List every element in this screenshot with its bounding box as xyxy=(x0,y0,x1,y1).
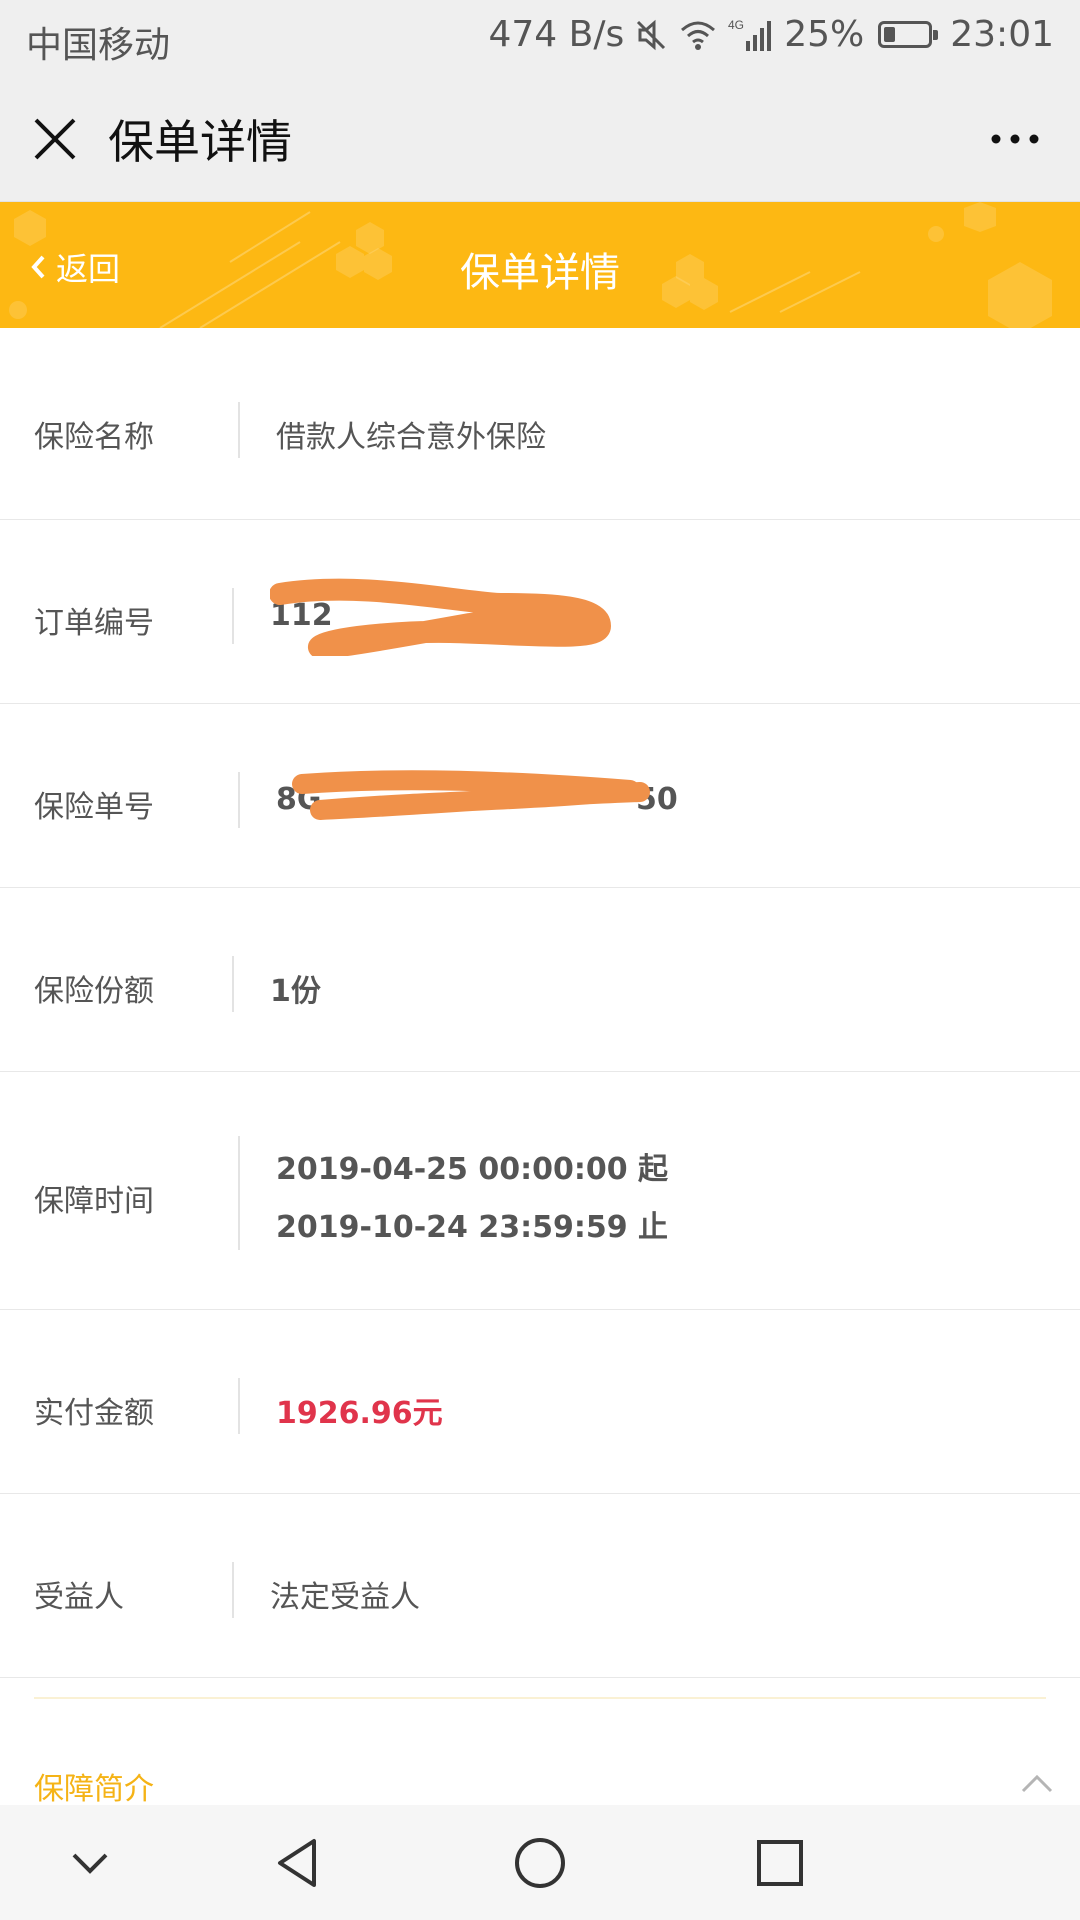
banner: 返回 保单详情 xyxy=(0,202,1080,328)
beneficiary-value: 法定受益人 xyxy=(270,1580,420,1615)
chevron-down-icon[interactable] xyxy=(60,1833,120,1893)
insurance-name-value: 借款人综合意外保险 xyxy=(276,420,546,455)
row-insurance-name: 保险名称 借款人综合意外保险 xyxy=(0,328,1080,520)
wifi-icon xyxy=(681,21,716,50)
row-coverage-period: 保障时间 2019-04-25 00:00:00 起 2019-10-24 23… xyxy=(0,1072,1080,1310)
divider xyxy=(238,1378,240,1434)
order-no-label: 订单编号 xyxy=(34,606,154,641)
insurance-name-label: 保险名称 xyxy=(34,420,154,455)
divider xyxy=(232,956,234,1012)
mute-icon xyxy=(637,19,666,50)
shares-value: 1份 xyxy=(270,974,321,1009)
carrier-name: 中国移动 xyxy=(26,25,171,66)
net-speed: 474 B/s xyxy=(488,14,625,55)
home-circle-icon[interactable] xyxy=(510,1833,570,1893)
close-icon[interactable] xyxy=(30,114,80,164)
signal-icon: 4G xyxy=(728,18,772,51)
beneficiary-label: 受益人 xyxy=(34,1580,124,1615)
section-divider xyxy=(34,1697,1046,1699)
policy-no-label: 保险单号 xyxy=(34,790,154,825)
row-shares: 保险份额 1份 xyxy=(0,888,1080,1072)
coverage-intro-title[interactable]: 保障简介 xyxy=(34,1764,154,1808)
divider xyxy=(232,588,234,644)
row-policy-no: 保险单号 8G 50 xyxy=(0,704,1080,888)
back-triangle-icon[interactable] xyxy=(270,1833,330,1893)
battery-fill xyxy=(884,27,895,42)
recents-square-icon[interactable] xyxy=(750,1833,810,1893)
status-icons: 474 B/s 4G 25% 23:01 xyxy=(488,14,1054,55)
chevron-up-icon[interactable] xyxy=(1020,1772,1054,1794)
row-beneficiary: 受益人 法定受益人 xyxy=(0,1494,1080,1678)
divider xyxy=(238,402,240,458)
paid-amount-value: 1926.96元 xyxy=(276,1396,443,1431)
network-type-label: 4G xyxy=(728,18,744,32)
divider xyxy=(232,1562,234,1618)
page-title: 保单详情 xyxy=(108,115,292,169)
app-header: 保单详情 xyxy=(0,76,1080,202)
paid-label: 实付金额 xyxy=(34,1396,154,1431)
coverage-label: 保障时间 xyxy=(34,1184,154,1219)
coverage-end: 2019-10-24 23:59:59 止 xyxy=(276,1210,669,1245)
status-bar: 中国移动 474 B/s 4G 25% 23:01 xyxy=(0,0,1080,76)
row-order-no: 订单编号 112 xyxy=(0,520,1080,704)
clock: 23:01 xyxy=(950,14,1054,55)
battery-icon xyxy=(878,21,939,48)
redaction-scribble xyxy=(270,578,611,656)
battery-percent: 25% xyxy=(784,14,865,55)
row-paid-amount: 实付金额 1926.96元 xyxy=(0,1310,1080,1494)
shares-label: 保险份额 xyxy=(34,974,154,1009)
banner-title: 保单详情 xyxy=(460,250,620,296)
more-icon[interactable] xyxy=(990,124,1040,154)
system-nav-bar xyxy=(0,1805,1080,1920)
divider xyxy=(238,1136,240,1250)
divider xyxy=(238,772,240,828)
coverage-start: 2019-04-25 00:00:00 起 xyxy=(276,1152,669,1187)
redaction-scribble xyxy=(292,770,650,820)
